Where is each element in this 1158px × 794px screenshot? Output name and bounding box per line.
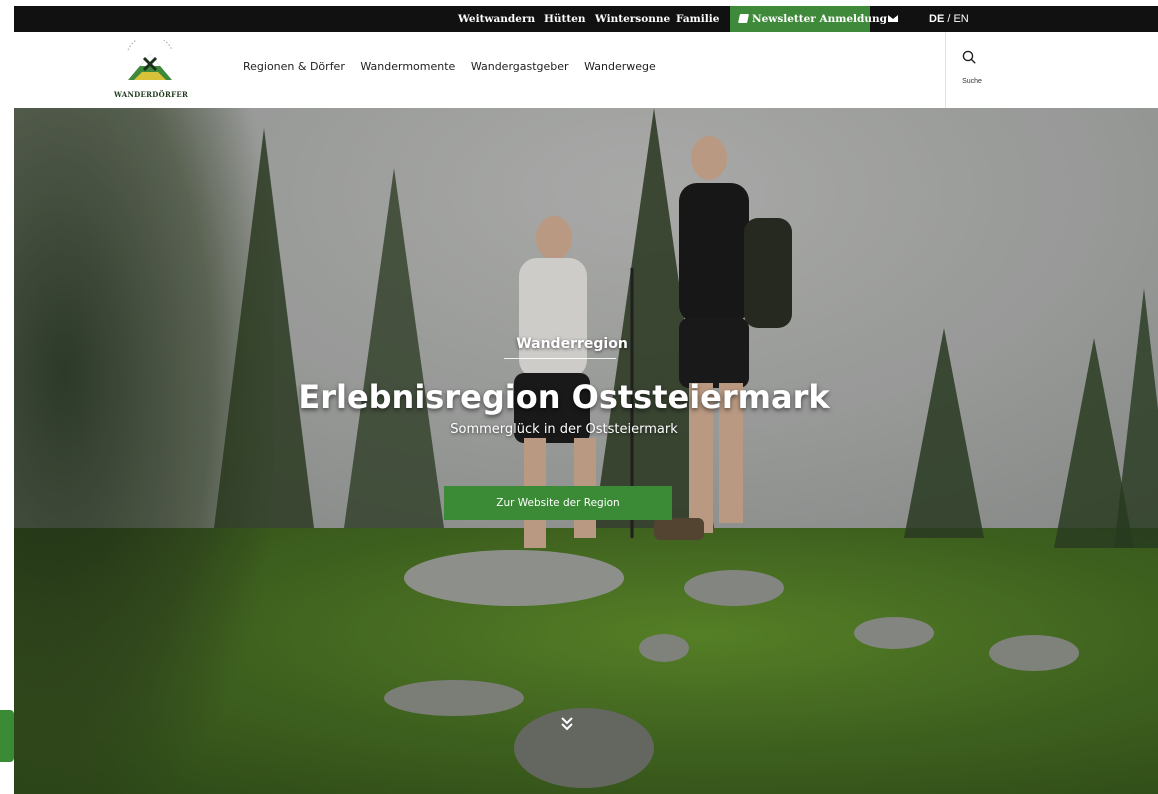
nav-wanderwege[interactable]: Wanderwege (584, 60, 656, 73)
topbar-link-weitwandern[interactable]: Weitwandern (458, 6, 535, 32)
topbar-link-familie[interactable]: Familie (676, 6, 719, 32)
double-chevron-down-icon[interactable] (560, 716, 574, 732)
lang-en[interactable]: EN (953, 13, 968, 25)
language-switcher: DE / EN (929, 6, 969, 32)
nav-wandermomente[interactable]: Wandermomente (360, 60, 455, 73)
search-icon (962, 50, 976, 64)
search-label: Suche (962, 78, 982, 85)
side-feedback-tab[interactable] (0, 710, 14, 762)
search-button[interactable]: Suche (945, 32, 1005, 108)
region-website-button[interactable]: Zur Website der Region (444, 486, 672, 520)
wanderdoerfer-logo[interactable]: WANDERDÖRFER (114, 35, 189, 102)
logo-wordmark: WANDERDÖRFER (114, 90, 189, 99)
newsletter-button[interactable]: Newsletter Anmeldung (730, 6, 887, 32)
kicker-divider (504, 358, 616, 359)
hero-dim-overlay (14, 108, 1158, 794)
mountain-logo-icon (127, 35, 173, 80)
topbar-link-huetten[interactable]: Hütten (544, 6, 586, 32)
hero-subtitle: Sommerglück in der Oststeiermark (450, 422, 678, 437)
nav-wandergastgeber[interactable]: Wandergastgeber (471, 60, 569, 73)
envelope-icon[interactable] (888, 15, 898, 22)
top-utility-bar: Weitwandern Hütten Wintersonne Familie N… (14, 6, 1158, 32)
newsletter-label: Newsletter Anmeldung (752, 13, 887, 25)
lang-de[interactable]: DE (929, 13, 944, 25)
main-header: WANDERDÖRFER Regionen & Dörfer Wandermom… (14, 32, 1158, 108)
hero-title: Erlebnisregion Oststeiermark (298, 378, 830, 416)
newsletter-book-icon (738, 14, 749, 23)
main-nav: Regionen & Dörfer Wandermomente Wanderga… (243, 60, 668, 73)
hero-kicker: Wanderregion (516, 336, 628, 352)
topbar-link-wintersonne[interactable]: Wintersonne (595, 6, 670, 32)
nav-regionen-doerfer[interactable]: Regionen & Dörfer (243, 60, 345, 73)
hero-section: Wanderregion Erlebnisregion Oststeiermar… (14, 108, 1158, 794)
